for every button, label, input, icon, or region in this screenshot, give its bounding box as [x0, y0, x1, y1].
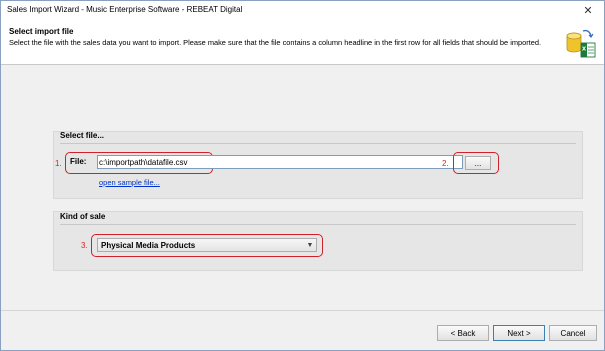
group-divider: [60, 224, 576, 225]
back-button[interactable]: < Back: [437, 325, 489, 341]
wizard-content: Select file... Kind of sale: [1, 66, 604, 310]
kind-of-sale-group-label: Kind of sale: [60, 212, 106, 221]
kind-of-sale-value: Physical Media Products: [101, 240, 196, 250]
step-3-annotation: 3.: [81, 241, 88, 250]
title-bar[interactable]: Sales Import Wizard - Music Enterprise S…: [1, 1, 604, 20]
close-icon[interactable]: ✕: [580, 2, 596, 18]
browse-button[interactable]: ...: [465, 156, 491, 170]
window-title: Sales Import Wizard - Music Enterprise S…: [7, 5, 243, 14]
chevron-down-icon: ▼: [306, 241, 314, 249]
database-excel-import-icon: [566, 29, 596, 58]
file-path-input[interactable]: [97, 155, 463, 169]
footer-divider: [1, 310, 604, 311]
open-sample-file-link[interactable]: open sample file...: [99, 178, 160, 187]
group-divider: [60, 143, 576, 144]
step-1-annotation: 1.: [55, 159, 62, 168]
wizard-window: Sales Import Wizard - Music Enterprise S…: [0, 0, 605, 351]
page-description: Select the file with the sales data you …: [9, 38, 541, 47]
next-button[interactable]: Next >: [493, 325, 545, 341]
cancel-button[interactable]: Cancel: [549, 325, 597, 341]
file-label: File:: [70, 157, 87, 166]
wizard-header: Select import file Select the file with …: [1, 20, 604, 65]
kind-of-sale-select[interactable]: Physical Media Products ▼: [97, 238, 317, 252]
page-title: Select import file: [9, 27, 74, 36]
step-2-annotation: 2.: [442, 159, 449, 168]
select-file-group-label: Select file...: [60, 131, 105, 140]
